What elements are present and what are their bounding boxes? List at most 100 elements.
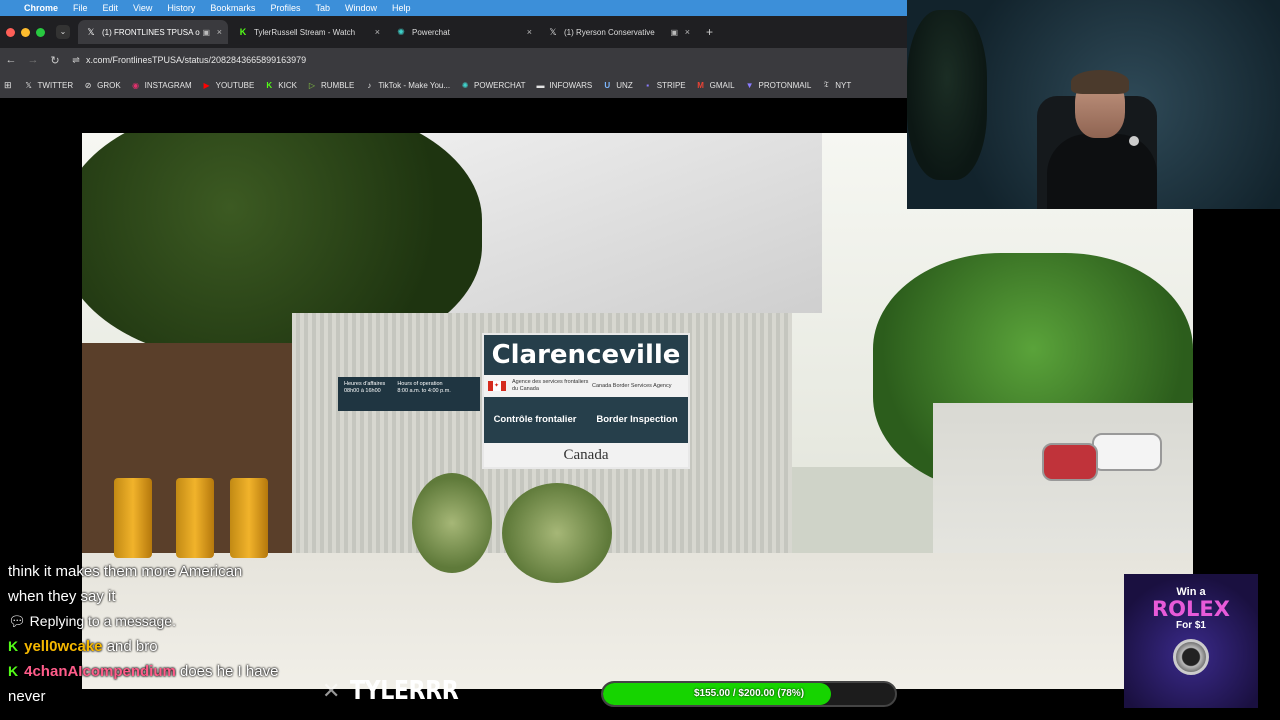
sign-service-en: Border Inspection [596, 414, 678, 425]
bookmark-grok[interactable]: ⊘ GROK [83, 81, 121, 90]
bookmark-label: TWITTER [37, 80, 74, 90]
bookmark-powerchat[interactable]: ✺ POWERCHAT [460, 80, 526, 90]
chat-username: yell0wcake [24, 637, 103, 655]
bookmark-instagram[interactable]: ◉ INSTAGRAM [131, 81, 191, 90]
new-tab-button[interactable]: + [706, 25, 713, 39]
bookmark-label: PROTONMAIL [758, 80, 812, 90]
menu-tab[interactable]: Tab [315, 3, 330, 13]
tab-frontlines[interactable]: 𝕏 (1) FRONTLINES TPUSA o ▣ × [78, 20, 228, 44]
sign-agency-en: Canada Border Services Agency [592, 382, 672, 389]
chat-message: Kyell0wcake and bro [8, 634, 298, 660]
close-window-button[interactable] [6, 27, 15, 37]
video-scene-bollards [102, 478, 302, 558]
forward-arrow-icon[interactable]: → [22, 54, 44, 66]
bookmark-label: YOUTUBE [215, 80, 255, 90]
close-tab-icon[interactable]: × [685, 27, 690, 37]
tab-search-button[interactable]: ⌄ [56, 25, 70, 39]
tab-tylerrussell-stream[interactable]: K TylerRussell Stream - Watch × [230, 20, 386, 44]
bookmark-gmail[interactable]: M GMAIL [696, 81, 734, 90]
chevron-down-icon: ⌄ [59, 27, 67, 36]
tab-media-icon[interactable]: ▣ [202, 28, 210, 37]
menu-window[interactable]: Window [345, 3, 377, 13]
streamer-watermark: ✕ TYLERRR [322, 676, 478, 706]
hours-en-label: Hours of operation [397, 381, 443, 387]
bookmark-twitter[interactable]: 𝕏 TWITTER [24, 80, 74, 90]
grok-icon: ⊘ [84, 80, 92, 90]
bookmark-label: INFOWARS [549, 80, 593, 90]
window-controls [0, 27, 56, 37]
youtube-icon: ▶ [203, 80, 210, 90]
bookmark-infowars[interactable]: ▬ INFOWARS [535, 81, 592, 90]
tab-title: TylerRussell Stream - Watch [254, 27, 356, 37]
kick-badge-icon: K [8, 637, 19, 654]
chat-username: 4chanAIcompendium [24, 663, 176, 680]
powerchat-icon: ✺ [461, 80, 469, 90]
menu-help[interactable]: Help [392, 3, 411, 13]
reload-icon[interactable]: ↻ [44, 54, 66, 67]
bookmark-label: UNZ [616, 80, 633, 90]
bookmark-unz[interactable]: U UNZ [602, 81, 632, 90]
tab-media-icon[interactable]: ▣ [670, 28, 678, 37]
bookmark-label: TikTok - Make You... [378, 80, 451, 90]
chat-message-text: and bro [106, 637, 158, 655]
tiktok-icon: ♪ [367, 80, 372, 90]
bookmark-nyt[interactable]: 𝔗 NYT [821, 80, 852, 90]
bookmark-label: POWERCHAT [474, 80, 526, 90]
chat-reply-indicator: 💬︎ Replying to a message. [8, 609, 298, 634]
canada-flag-icon [488, 381, 506, 391]
watch-icon [1173, 639, 1209, 675]
close-tab-icon[interactable]: × [527, 27, 532, 37]
close-tab-icon[interactable]: × [217, 27, 222, 37]
kick-icon: K [266, 80, 273, 90]
back-arrow-icon[interactable]: ← [0, 54, 22, 66]
bookmark-rumble[interactable]: ▷ RUMBLE [307, 81, 354, 90]
minimize-window-button[interactable] [21, 27, 30, 37]
sign-service-fr: Contrôle frontalier [493, 414, 577, 425]
bookmark-protonmail[interactable]: ▼ PROTONMAIL [745, 81, 812, 90]
tab-title: Powerchat [412, 27, 450, 37]
chat-reply-text: Replying to a message. [29, 613, 176, 629]
microphone-icon [1129, 136, 1139, 146]
mac-menu-bar: Chrome File Edit View History Bookmarks … [0, 0, 907, 16]
menu-bookmarks[interactable]: Bookmarks [210, 3, 255, 13]
bookmark-label: STRIPE [656, 80, 686, 90]
streamer-name: TYLERRR [350, 676, 459, 706]
menu-view[interactable]: View [133, 3, 152, 13]
zoom-window-button[interactable] [36, 27, 45, 37]
donation-goal-label: $155.00 / $200.00 (78%) [693, 688, 805, 699]
donation-goal-bar: $155.00 / $200.00 (78%) [601, 681, 897, 707]
kick-badge-icon: K [8, 663, 19, 679]
bookmark-label: RUMBLE [320, 80, 355, 90]
url-field[interactable]: x.com/FrontlinesTPUSA/status/20828436658… [86, 55, 306, 65]
bookmark-youtube[interactable]: ▶ YOUTUBE [202, 81, 255, 90]
protonmail-icon: ▼ [745, 80, 754, 90]
hours-fr-label: Heures d'affaires [344, 381, 386, 387]
menu-history[interactable]: History [167, 3, 195, 13]
ad-price: For $1 [1175, 620, 1206, 631]
site-info-icon[interactable]: ⇌ [66, 55, 86, 66]
bookmark-tiktok[interactable]: ♪ TikTok - Make You... [364, 81, 450, 90]
menu-edit[interactable]: Edit [103, 3, 119, 13]
close-tab-icon[interactable]: × [375, 27, 380, 37]
menu-app-name[interactable]: Chrome [24, 3, 58, 13]
menu-profiles[interactable]: Profiles [270, 3, 300, 13]
tab-powerchat[interactable]: ✺ Powerchat × [388, 20, 538, 44]
border-station-sign: Clarenceville Agence des services fronta… [482, 333, 690, 469]
chat-line: think it makes them more American [8, 563, 243, 580]
tab-title: (1) FRONTLINES TPUSA o [102, 27, 200, 37]
bookmark-kick[interactable]: K KICK [264, 81, 297, 90]
bookmark-stripe[interactable]: ▪ STRIPE [643, 80, 686, 90]
sign-agency-fr: Agence des services frontaliers du Canad… [512, 379, 589, 392]
webcam-person-body [1047, 134, 1157, 209]
x-logo-icon: ✕ [322, 678, 341, 704]
tab-ryerson-conservative[interactable]: 𝕏 (1) Ryerson Conservative ▣ × [540, 20, 696, 44]
apps-grid-icon[interactable]: ⊞ [4, 80, 12, 91]
x-logo-icon: 𝕏 [87, 26, 95, 37]
video-scene-shrub [412, 473, 492, 573]
rolex-giveaway-ad[interactable]: Win a ROLEX For $1 [1124, 574, 1258, 708]
infowars-icon: ▬ [536, 80, 545, 90]
sign-place-name: Clarenceville [484, 335, 688, 375]
menu-file[interactable]: File [73, 3, 88, 13]
video-scene-car [1042, 443, 1098, 481]
screen: Chrome File Edit View History Bookmarks … [0, 0, 1280, 720]
